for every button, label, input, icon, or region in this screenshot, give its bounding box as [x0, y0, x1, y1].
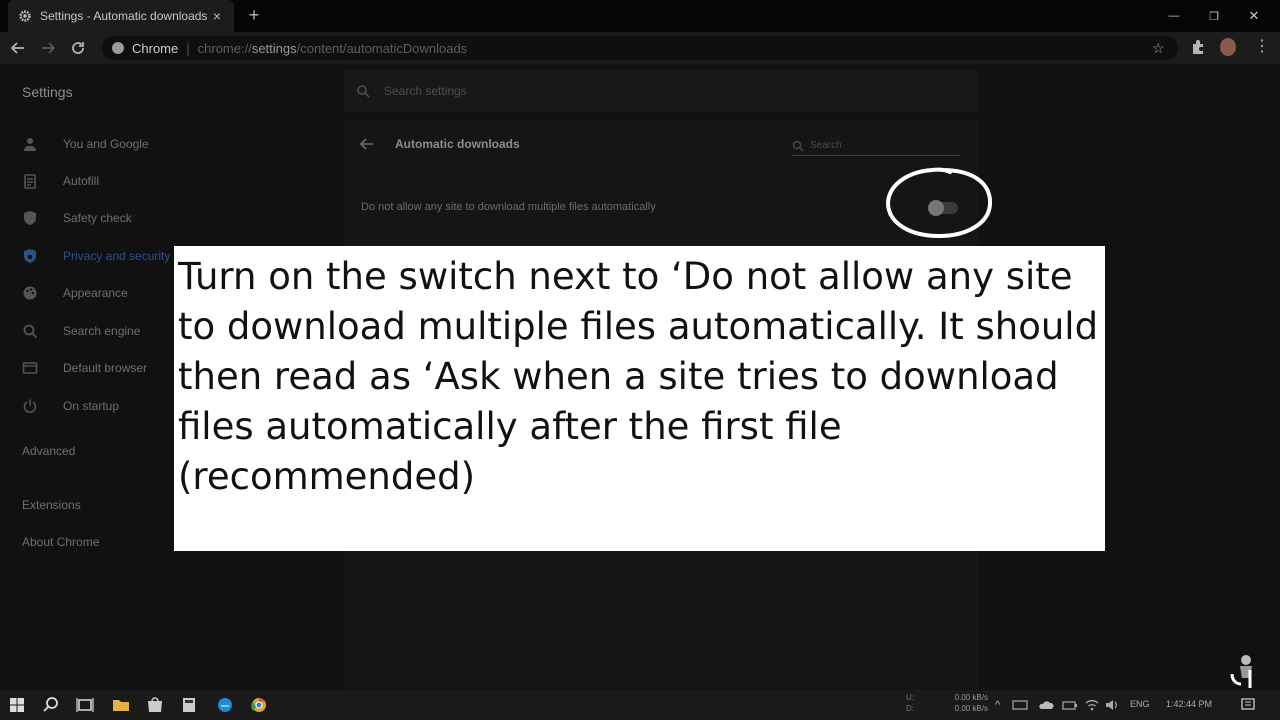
restore-button[interactable]: ❐ [1194, 0, 1234, 32]
sidebar-item-label: Autofill [63, 174, 100, 188]
taskbar-clock[interactable]: 1:42:44 PM [1166, 699, 1212, 709]
browser-toolbar: Chrome | chrome://settings/content/autom… [0, 32, 1280, 64]
search-settings-placeholder: Search settings [384, 84, 467, 98]
store-icon[interactable] [144, 694, 166, 716]
page-search-placeholder: Search [810, 140, 842, 151]
bookmark-star-button[interactable]: ☆ [1152, 40, 1168, 56]
search-icon [792, 140, 804, 152]
address-bar[interactable]: Chrome | chrome://settings/content/autom… [102, 36, 1178, 60]
star-icon: ☆ [1152, 40, 1165, 56]
sidebar-item-on-startup[interactable]: On startup [22, 395, 172, 417]
keyboard-icon[interactable] [1012, 697, 1028, 713]
arrow-left-icon [359, 138, 373, 150]
search-settings-input[interactable]: Search settings [344, 70, 978, 112]
wifi-icon[interactable] [1084, 697, 1100, 713]
more-vert-icon: ⋮ [1254, 38, 1270, 55]
chrome-taskbar-icon[interactable] [248, 694, 270, 716]
sidebar-item-label: You and Google [63, 137, 149, 151]
forward-button[interactable] [38, 38, 58, 58]
language-indicator[interactable]: ENG [1130, 699, 1150, 709]
minimize-icon: — [1168, 10, 1180, 22]
sidebar-item-label: Search engine [63, 324, 141, 338]
profile-avatar[interactable] [1220, 38, 1236, 56]
back-button[interactable] [8, 38, 28, 58]
site-origin: Chrome [132, 40, 179, 56]
sidebar-item-privacy-and-security[interactable]: Privacy and security [22, 245, 172, 267]
chrome-site-icon [112, 42, 124, 54]
page-search-input[interactable]: Search [792, 136, 960, 156]
settings-title: Settings [22, 84, 73, 100]
palette-icon [23, 286, 37, 300]
shield-icon [24, 211, 36, 225]
new-tab-button[interactable]: + [244, 5, 264, 25]
browser-window-icon [22, 362, 38, 374]
tab-settings[interactable]: Settings - Automatic downloads × [8, 0, 234, 32]
sidebar-item-label: Safety check [63, 211, 132, 225]
sidebar-item-advanced[interactable]: Advanced [22, 444, 75, 458]
sidebar-item-label: Appearance [63, 286, 128, 300]
close-icon: ✕ [1248, 8, 1260, 23]
sidebar-item-label: On startup [63, 399, 120, 413]
restore-icon: ❐ [1209, 10, 1219, 23]
notifications-icon[interactable] [1240, 697, 1256, 713]
reload-icon [72, 42, 84, 54]
sidebar-item-autofill[interactable]: Autofill [22, 170, 172, 192]
page-back-button[interactable] [359, 137, 376, 151]
channel-watermark-logo [1230, 655, 1252, 688]
onedrive-cloud-icon[interactable] [1038, 697, 1054, 713]
url-text: chrome://settings/content/automaticDownl… [198, 41, 468, 56]
sidebar-item-extensions[interactable]: Extensions [22, 498, 81, 512]
power-icon [23, 399, 37, 413]
sidebar-item-about-chrome[interactable]: About Chrome [22, 535, 99, 549]
search-icon [357, 85, 370, 98]
tray-overflow-chevron-icon[interactable]: ^ [995, 699, 1000, 711]
search-icon[interactable] [40, 694, 62, 716]
net-up-value: 0.00 kB/s [954, 693, 988, 702]
sidebar-item-search-engine[interactable]: Search engine [22, 320, 172, 342]
net-down-value: 0.00 kB/s [954, 704, 988, 713]
task-view-icon[interactable] [74, 694, 96, 716]
file-explorer-icon[interactable] [110, 694, 132, 716]
reload-button[interactable] [68, 38, 88, 58]
arrow-right-icon [42, 42, 55, 54]
sidebar-item-label: Privacy and security [63, 249, 171, 263]
page-title: Automatic downloads [395, 137, 520, 151]
network-speed-labels: U: D: [906, 692, 914, 714]
close-window-button[interactable]: ✕ [1234, 0, 1274, 32]
tab-title: Settings - Automatic downloads [40, 9, 208, 23]
calculator-icon[interactable] [178, 694, 200, 716]
net-down-label: D: [906, 704, 914, 713]
sidebar-item-label: Default browser [63, 361, 148, 375]
url-scheme: chrome:// [197, 40, 252, 56]
chrome-menu-button[interactable]: ⋮ [1254, 38, 1270, 56]
person-icon [24, 138, 36, 151]
sidebar-item-default-browser[interactable]: Default browser [22, 357, 172, 379]
gear-icon [19, 10, 31, 22]
setting-label: Do not allow any site to download multip… [361, 201, 656, 213]
clipboard-icon [24, 174, 36, 189]
network-speed-values: 0.00 kB/s 0.00 kB/s [944, 692, 988, 714]
battery-icon[interactable] [1062, 697, 1078, 713]
tab-close-button[interactable]: × [210, 8, 224, 24]
arrow-left-icon [11, 42, 24, 54]
minimize-button[interactable]: — [1154, 0, 1194, 32]
instruction-caption: Turn on the switch next to ‘Do not allow… [174, 246, 1105, 551]
highlight-circle-annotation [885, 167, 993, 239]
net-up-label: U: [906, 693, 914, 702]
sidebar-item-safety-check[interactable]: Safety check [22, 207, 172, 229]
caption-text: Turn on the switch next to ‘Do not allow… [178, 255, 1099, 498]
search-icon [23, 324, 38, 339]
sidebar-item-you-and-google[interactable]: You and Google [22, 133, 172, 155]
volume-icon[interactable] [1104, 697, 1120, 713]
url-path: /content/automaticDownloads [296, 40, 468, 56]
shield-lock-icon [24, 249, 36, 263]
url-host: settings [251, 40, 297, 56]
edge-icon[interactable] [214, 694, 236, 716]
origin-divider: | [186, 40, 190, 56]
extensions-puzzle-icon[interactable] [1190, 39, 1206, 55]
sidebar-item-appearance[interactable]: Appearance [22, 282, 172, 304]
windows-start-icon[interactable] [6, 694, 28, 716]
tab-strip: Settings - Automatic downloads × + — ❐ ✕ [0, 0, 1280, 32]
